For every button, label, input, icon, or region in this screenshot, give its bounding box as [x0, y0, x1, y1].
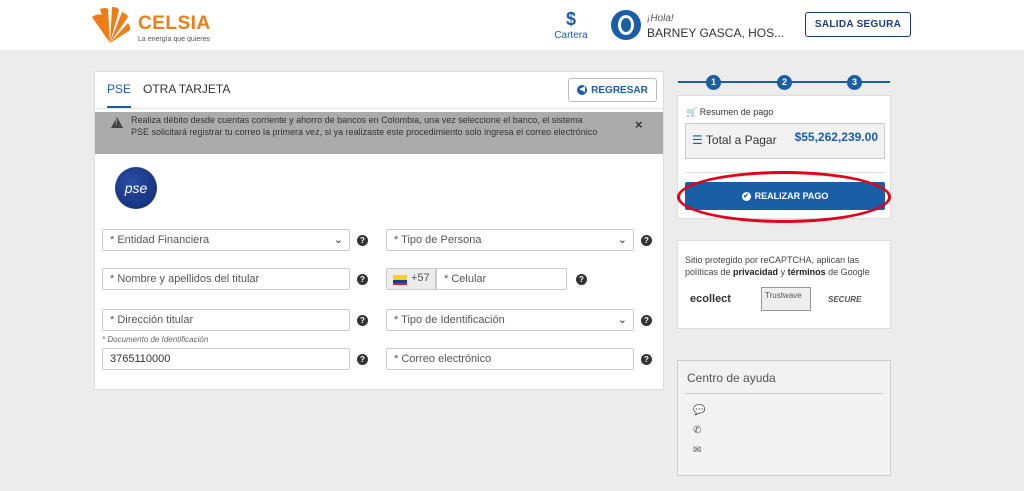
- help-center-card: Centro de ayuda 💬 ✆ ✉: [677, 360, 891, 476]
- ecollect-logo: ecollect: [690, 293, 731, 305]
- entidad-financiera-select[interactable]: * Entidad Financiera ⌄: [102, 229, 350, 251]
- back-button[interactable]: ◀ REGRESAR: [568, 78, 657, 102]
- celular-input[interactable]: * Celular: [436, 268, 567, 290]
- country-code-select[interactable]: +57: [386, 268, 436, 290]
- step-1: 1: [706, 75, 721, 90]
- help-icon[interactable]: ?: [357, 354, 368, 365]
- total-box: ☰ Total a Pagar $55,262,239.00: [685, 123, 885, 159]
- chevron-down-icon: ⌄: [333, 234, 343, 246]
- payment-tabs: PSE OTRA TARJETA: [107, 82, 242, 108]
- secure-logo: SECURE: [828, 295, 862, 304]
- highlight-ellipse: [677, 171, 891, 223]
- cart-icon: 🛒: [686, 107, 698, 117]
- terms-link[interactable]: términos: [788, 267, 826, 277]
- help-icon[interactable]: ?: [576, 274, 587, 285]
- user-avatar-icon[interactable]: [611, 10, 641, 40]
- tipo-persona-label: * Tipo de Persona: [394, 234, 482, 246]
- celsia-logo[interactable]: CELSIA La energía que quieres: [88, 5, 228, 45]
- direccion-titular-input[interactable]: * Dirección titular: [102, 309, 350, 331]
- top-header: CELSIA La energía que quieres $ Cartera …: [0, 0, 1024, 50]
- dollar-icon: $: [565, 9, 576, 29]
- help-center-title: Centro de ayuda: [687, 371, 776, 385]
- chat-icon[interactable]: 💬: [693, 405, 705, 416]
- phone-icon[interactable]: ✆: [693, 425, 701, 436]
- tab-pse[interactable]: PSE: [107, 82, 132, 108]
- cartera-label: Cartera: [554, 30, 588, 41]
- cartera-link[interactable]: $ Cartera: [551, 10, 591, 41]
- chevron-down-icon: ⌄: [617, 234, 627, 246]
- phone-code: +57: [411, 272, 430, 284]
- mail-icon[interactable]: ✉: [693, 445, 701, 456]
- progress-steps: 1 2 3: [678, 75, 890, 90]
- warning-icon: [111, 117, 123, 128]
- payment-form-card: PSE OTRA TARJETA ◀ REGRESAR Realiza débi…: [94, 71, 664, 390]
- user-name: BARNEY GASCA, HOS...: [647, 26, 785, 40]
- total-label: ☰ Total a Pagar: [692, 133, 777, 147]
- help-icon[interactable]: ?: [357, 274, 368, 285]
- correo-input[interactable]: * Correo electrónico: [386, 348, 634, 370]
- logout-button[interactable]: SALIDA SEGURA: [805, 12, 911, 37]
- recaptcha-text-mid: y: [778, 267, 788, 277]
- arrow-left-circle-icon: ◀: [577, 85, 588, 95]
- help-icon[interactable]: ?: [641, 354, 652, 365]
- tipo-identificacion-label: * Tipo de Identificación: [394, 314, 505, 326]
- brand-tagline: La energía que quieres: [138, 36, 210, 43]
- greeting-text: ¡Hola!: [647, 13, 674, 24]
- brand-name: CELSIA: [138, 13, 211, 34]
- pse-logo: pse: [115, 167, 157, 209]
- colombia-flag-icon: [393, 275, 407, 285]
- help-divider: [685, 393, 883, 394]
- help-icon[interactable]: ?: [641, 315, 652, 326]
- back-button-label: REGRESAR: [591, 84, 648, 96]
- alert-text: Realiza débito desde cuentas corriente y…: [131, 115, 598, 137]
- nombre-titular-input[interactable]: * Nombre y apellidos del titular: [102, 268, 350, 290]
- sun-logo-icon: [92, 7, 131, 44]
- chevron-down-icon: ⌄: [617, 314, 627, 326]
- tipo-identificacion-select[interactable]: * Tipo de Identificación ⌄: [386, 309, 634, 331]
- entidad-financiera-label: * Entidad Financiera: [110, 234, 210, 246]
- tabs-divider: [95, 108, 663, 109]
- total-value: $55,262,239.00: [794, 130, 878, 144]
- list-icon: ☰: [692, 133, 703, 147]
- total-label-text: Total a Pagar: [705, 133, 777, 147]
- trustwave-logo: Trustwave: [761, 287, 811, 311]
- recaptcha-text-post: de Google: [825, 267, 870, 277]
- documento-label: * Documento de Identificación: [102, 335, 209, 344]
- documento-input[interactable]: 3765110000: [102, 348, 350, 370]
- help-icon[interactable]: ?: [357, 315, 368, 326]
- privacy-link[interactable]: privacidad: [733, 267, 778, 277]
- tab-otra-tarjeta[interactable]: OTRA TARJETA: [143, 82, 230, 108]
- step-3: 3: [847, 75, 862, 90]
- summary-title: 🛒 Resumen de pago: [686, 107, 773, 118]
- close-icon[interactable]: ×: [635, 117, 643, 132]
- step-2: 2: [777, 75, 792, 90]
- pse-info-alert: Realiza débito desde cuentas corriente y…: [95, 112, 663, 154]
- help-icon[interactable]: ?: [641, 235, 652, 246]
- recaptcha-text: Sitio protegido por reCAPTCHA, aplican l…: [685, 254, 885, 278]
- security-card: Sitio protegido por reCAPTCHA, aplican l…: [677, 240, 891, 329]
- tipo-persona-select[interactable]: * Tipo de Persona ⌄: [386, 229, 634, 251]
- summary-title-text: Resumen de pago: [699, 107, 774, 117]
- help-icon[interactable]: ?: [357, 235, 368, 246]
